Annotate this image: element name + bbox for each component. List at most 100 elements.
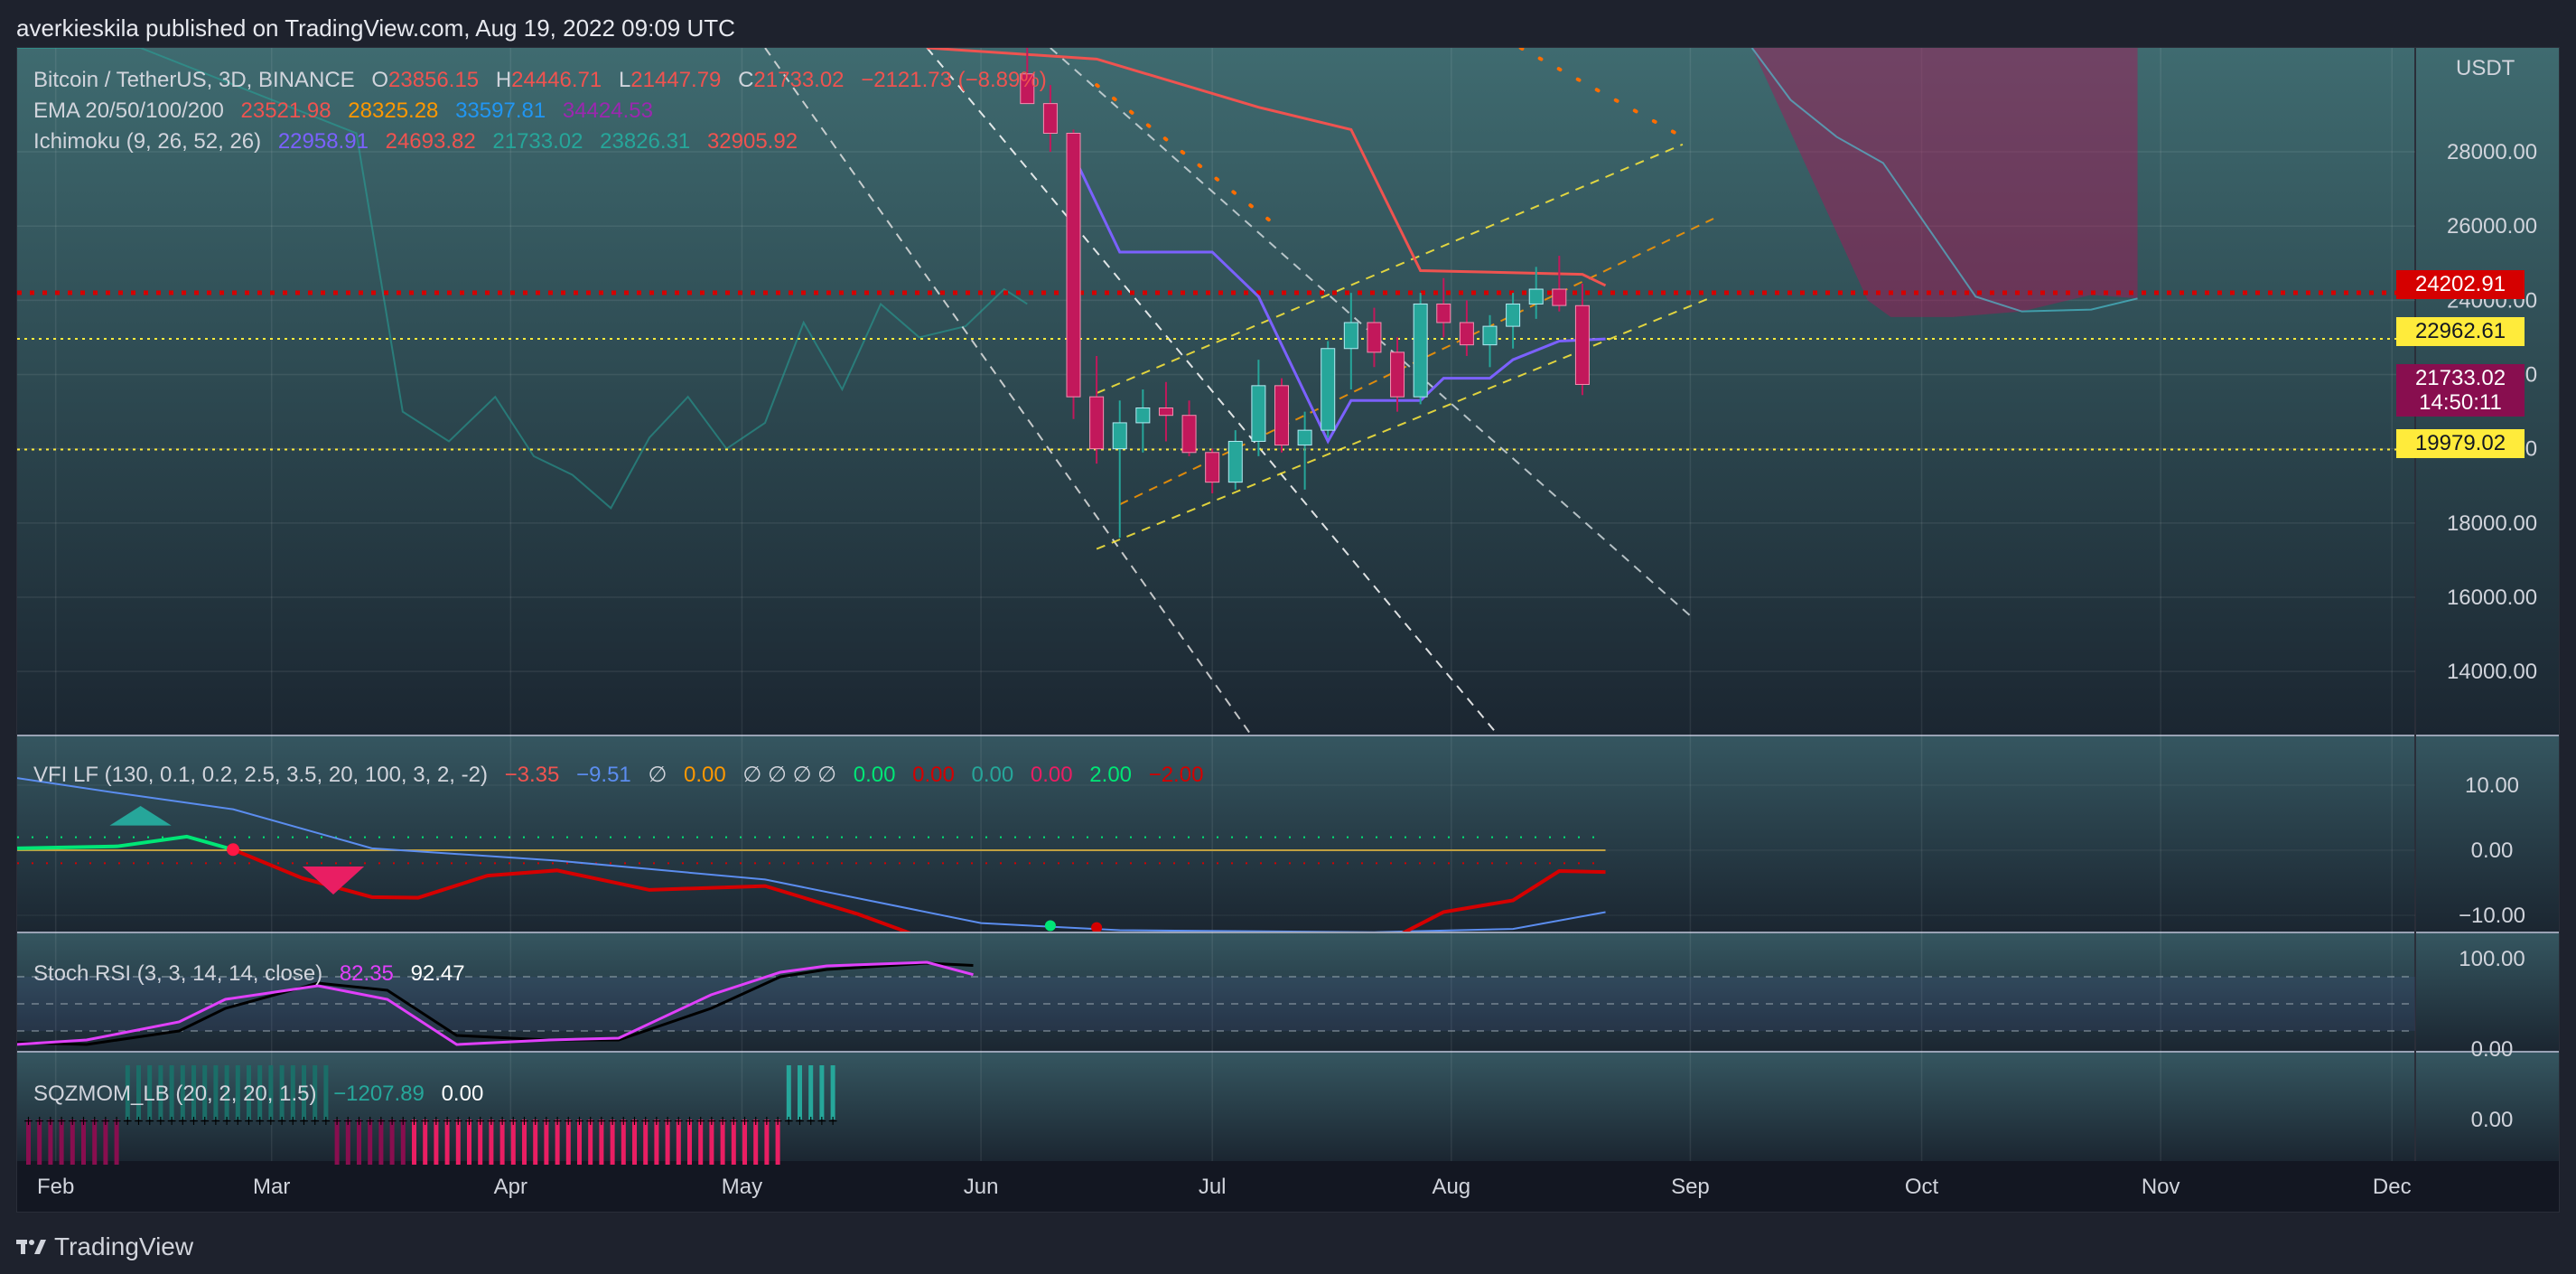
symbol-label[interactable]: Bitcoin / TetherUS, 3D, BINANCE <box>33 68 355 92</box>
time-axis-label: Aug <box>1432 1175 1470 1199</box>
price-tag-last-value: 21733.02 <box>2414 366 2506 390</box>
candle-body <box>1574 304 1590 385</box>
sqz-label[interactable]: SQZMOM_LB (20, 2, 20, 1.5) <box>33 1082 316 1106</box>
sqz-cross-marker: + <box>475 1114 486 1129</box>
sqz-cross-marker: + <box>662 1114 673 1129</box>
ohlc-open: 23856.15 <box>388 68 480 92</box>
ema-200-value: 34424.53 <box>562 98 653 123</box>
vfi-axis-tick: 0.00 <box>2471 838 2514 863</box>
sqz-momentum-bar <box>798 1065 802 1119</box>
ohlc-close: 21733.02 <box>753 68 845 92</box>
price-tag-level-lower: 19979.02 <box>2396 429 2525 458</box>
ohlc-change: −2121.73 (−8.89%) <box>861 68 1047 92</box>
sqz-cross-marker: + <box>111 1114 122 1129</box>
sqz-cross-marker: + <box>640 1114 651 1129</box>
sqz-cross-marker: + <box>232 1114 243 1129</box>
candle-body <box>1158 407 1173 417</box>
sqz-cross-marker: + <box>772 1114 783 1129</box>
vfi-signal-value: −9.51 <box>576 763 631 787</box>
vfi-legend: VFI LF (130, 0.1, 0.2, 2.5, 3.5, 20, 100… <box>33 762 1214 788</box>
candle-body <box>1459 322 1474 346</box>
price-tag-level-lower-value: 19979.02 <box>2414 431 2506 455</box>
vfi-v8: 2.00 <box>1089 763 1133 787</box>
sqz-cross-marker: + <box>244 1114 255 1129</box>
sqz-cross-marker: + <box>122 1114 133 1129</box>
vfi-axis-tick: −10.00 <box>2459 904 2525 928</box>
sqz-cross-marker: + <box>596 1114 607 1129</box>
candle-body <box>1227 440 1243 483</box>
tradingview-logo-icon <box>16 1240 46 1254</box>
sqz-cross-marker: + <box>728 1114 739 1129</box>
sqz-cross-marker: + <box>287 1114 298 1129</box>
ichimoku-legend: Ichimoku (9, 26, 52, 26) 22958.91 24693.… <box>33 129 808 155</box>
sqz-cross-marker: + <box>155 1114 166 1129</box>
ichimoku-kijun-value: 24693.82 <box>385 129 476 154</box>
candle-body <box>1528 288 1544 304</box>
ohlc-low-label: L <box>618 68 631 92</box>
time-axis-label: Feb <box>37 1175 74 1199</box>
sqz-momentum-bar <box>808 1065 814 1119</box>
ohlc-open-label: O <box>371 68 389 92</box>
sqz-cross-marker: + <box>783 1114 794 1129</box>
ema-label[interactable]: EMA 20/50/100/200 <box>33 98 224 123</box>
vfi-axis-tick: 10.00 <box>2465 773 2519 798</box>
price-tag-resistance-value: 24202.91 <box>2414 272 2506 296</box>
sqz-cross-marker: + <box>342 1114 353 1129</box>
time-axis-label: May <box>722 1175 762 1199</box>
sqz-cross-marker: + <box>409 1114 420 1129</box>
sqz-cross-marker: + <box>45 1114 56 1129</box>
price-tag-resistance: 24202.91 <box>2396 270 2525 299</box>
footer-brand[interactable]: TradingView <box>16 1232 193 1261</box>
price-axis-tick: 18000.00 <box>2447 511 2537 536</box>
candle-body <box>1367 322 1382 353</box>
sqz-cross-marker: + <box>464 1114 475 1129</box>
sqz-cross-marker: + <box>630 1114 640 1129</box>
vfi-v9: −2.00 <box>1148 763 1204 787</box>
sqz-cross-marker: + <box>299 1114 310 1129</box>
sqz-cross-marker: + <box>56 1114 67 1129</box>
sqz-cross-marker: + <box>585 1114 596 1129</box>
sqz-cross-marker: + <box>89 1114 100 1129</box>
sqz-cross-marker: + <box>365 1114 376 1129</box>
sqz-pane-bg <box>17 1053 2559 1161</box>
sqz-cross-marker: + <box>827 1114 838 1129</box>
sqz-cross-marker: + <box>177 1114 188 1129</box>
time-axis-label: Sep <box>1671 1175 1710 1199</box>
candle-body <box>1274 385 1289 446</box>
sqz-cross-marker: + <box>761 1114 772 1129</box>
candle-body <box>1135 407 1151 424</box>
sqz-cross-marker: + <box>397 1114 408 1129</box>
candle-body <box>1343 322 1358 350</box>
bar-countdown: 14:50:11 <box>2419 390 2502 415</box>
vfi-empty-symbols: ∅ ∅ ∅ ∅ <box>742 763 837 787</box>
stoch-d-value: 92.47 <box>410 961 465 986</box>
ohlc-high-label: H <box>495 68 512 92</box>
vfi-v6: 0.00 <box>971 763 1014 787</box>
chart-canvas[interactable]: Feb Mar Apr May Jun Jul Aug Sep Oct Nov Dec 14000.0… <box>17 48 2559 1212</box>
sqz-cross-marker: + <box>453 1114 463 1129</box>
candle-body <box>1066 132 1081 398</box>
sqz-cross-marker: + <box>508 1114 518 1129</box>
ichimoku-label[interactable]: Ichimoku (9, 26, 52, 26) <box>33 129 261 154</box>
stoch-label[interactable]: Stoch RSI (3, 3, 14, 14, close) <box>33 961 322 986</box>
vfi-cross-dot <box>1044 920 1056 932</box>
sqz-cross-marker: + <box>541 1114 552 1129</box>
ohlc-high: 24446.71 <box>511 68 602 92</box>
sqz-cross-marker: + <box>442 1114 453 1129</box>
sqz-momentum-bar <box>819 1065 825 1119</box>
sqz-cross-marker: + <box>221 1114 232 1129</box>
chart-frame[interactable]: Feb Mar Apr May Jun Jul Aug Sep Oct Nov Dec 14000.0… <box>16 47 2560 1213</box>
sqz-cross-marker: + <box>497 1114 508 1129</box>
price-tag-level-upper-value: 22962.61 <box>2414 319 2506 343</box>
sqz-cross-marker: + <box>607 1114 618 1129</box>
ema-legend: EMA 20/50/100/200 23521.98 28325.28 3359… <box>33 98 664 124</box>
vfi-label[interactable]: VFI LF (130, 0.1, 0.2, 2.5, 3.5, 20, 100… <box>33 763 488 787</box>
sqz-cross-marker: + <box>276 1114 287 1129</box>
sqz-cross-marker: + <box>67 1114 78 1129</box>
candle-body <box>1181 415 1197 454</box>
ohlc-low: 21447.79 <box>630 68 722 92</box>
price-axis-tick: 26000.00 <box>2447 214 2537 239</box>
time-axis-label: Jun <box>964 1175 999 1199</box>
sqz-cross-marker: + <box>331 1114 342 1129</box>
vfi-v4: 0.00 <box>853 763 896 787</box>
